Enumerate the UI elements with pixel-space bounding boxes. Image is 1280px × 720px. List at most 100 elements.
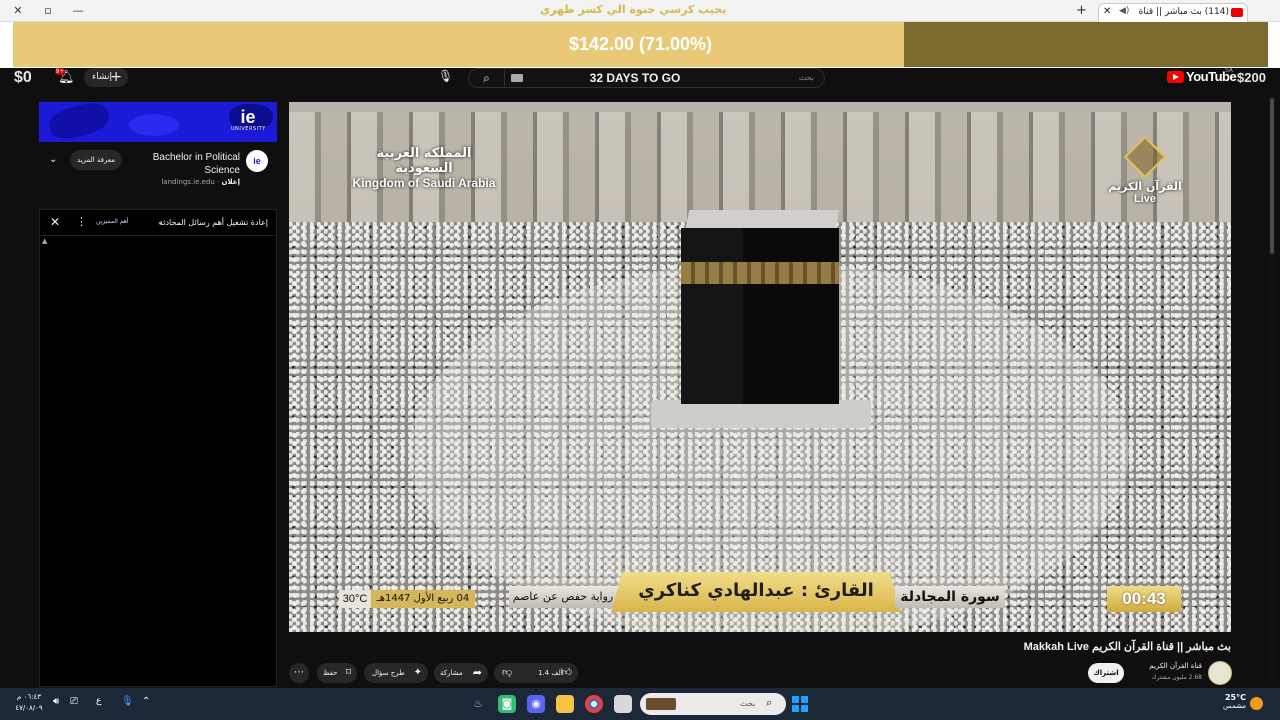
sponsored-label: إعلان (221, 178, 240, 186)
search-icon[interactable]: ⌕ (469, 69, 505, 87)
bookmark-icon: ⌑ (345, 667, 351, 678)
countdown-text: 32 DAYS TO GO (589, 71, 681, 85)
channel-emblem-ar: القرآن الكريم (1108, 180, 1182, 193)
tab-label: (114) بث مباشر || قناة القرآن (1135, 7, 1229, 17)
volume-icon[interactable]: 🔊︎ (53, 696, 59, 707)
clock-overlay: 00:43 (1107, 586, 1181, 612)
reciter-overlay: القارئ : عبدالهادي كناكري (638, 580, 874, 601)
more-options-icon[interactable]: ⋮ (76, 215, 87, 228)
steam-app-icon[interactable]: ♨ (469, 695, 487, 713)
weather-desc: مشمس (1223, 702, 1246, 710)
scroll-up-icon[interactable]: ▲ (42, 237, 47, 245)
weather-widget[interactable]: 25°C مشمس (1216, 693, 1246, 710)
tab-audio-icon[interactable]: ◀) (1119, 6, 1129, 16)
chevron-up-icon[interactable]: ⌃ (142, 696, 150, 707)
create-button[interactable]: إنشاء + (84, 68, 128, 87)
ie-university-logo: ie UNIVERSITY (231, 108, 265, 132)
like-dislike-group[interactable]: 👎︎ 1.4 ألف 👍︎ (494, 663, 578, 683)
windows-start-icon[interactable] (792, 696, 808, 712)
window-close-button[interactable]: ✕ (10, 3, 26, 19)
donation-progress-banner: $142.00 (71.00%) (13, 22, 1268, 67)
discord-app-icon[interactable]: ◉ (527, 695, 545, 713)
sparkle-icon: ✦ (413, 667, 422, 678)
ask-button[interactable]: طرح سؤال ✦ (364, 663, 428, 683)
weather-temp: 25°C (1224, 693, 1246, 702)
channel-name[interactable]: قناة القرآن الكريم (1138, 662, 1202, 670)
taskbar-search-input[interactable]: بحث ⌕ (640, 693, 786, 715)
ie-logo-text: ie (240, 107, 256, 127)
ad-url-text: landings.ie.edu (161, 178, 215, 186)
like-icon[interactable]: 👍︎ (562, 663, 572, 683)
kaaba-belt (681, 262, 839, 284)
microphone-icon[interactable]: 🎙︎ (438, 69, 453, 86)
sun-icon (1250, 697, 1263, 710)
ie-logo-subtext: UNIVERSITY (231, 126, 266, 132)
channel-emblem-en: Live (1133, 193, 1156, 205)
file-explorer-icon[interactable] (556, 695, 574, 713)
microphone-tray-icon[interactable]: 🎙︎ (121, 696, 134, 707)
share-icon: ➦ (472, 666, 482, 679)
goal-current-amount: $0 (14, 69, 32, 86)
chrome-app-icon[interactable] (585, 695, 603, 713)
channel-subscriber-count: 2.68 مليون مشترك (1151, 674, 1202, 681)
more-actions-button[interactable]: ⋯ (289, 663, 309, 683)
riwaya-overlay: رواية حفص عن عاصم (509, 586, 617, 608)
ad-info: ie Bachelor in Political Science landing… (39, 142, 277, 190)
video-title: بث مباشر || قناة القرآن الكريم Makkah Li… (1023, 641, 1231, 653)
save-button[interactable]: حفظ ⌑ (317, 663, 357, 683)
system-clock[interactable]: ٠٦:٤٣ م ٤٧/٠٨/٠٩ (12, 692, 46, 714)
advertiser-avatar[interactable]: ie (246, 150, 268, 172)
search-highlight-image (646, 698, 676, 710)
search-placeholder: بحث (798, 73, 814, 82)
window-title: يجيب كرسي جنوة الي كسر ظهري (540, 3, 727, 16)
video-scene-kaaba (651, 210, 871, 428)
ad-decoration (46, 102, 112, 142)
hijri-date-overlay: 04 ربيع الأول 1447هـ (371, 590, 475, 608)
tab-close-icon[interactable]: ✕ (1103, 6, 1111, 17)
dislike-icon[interactable]: 👎︎ (502, 663, 512, 683)
chat-filter-badge: أهم المميزين (96, 218, 129, 225)
language-indicator[interactable]: ع (96, 696, 101, 706)
keyboard-icon[interactable] (511, 74, 523, 82)
browser-titlebar: ✕ ▫ — يجيب كرسي جنوة الي كسر ظهري + ✕ ◀)… (0, 0, 1280, 22)
like-count: 1.4 ألف (538, 669, 563, 677)
ask-label: طرح سؤال (372, 669, 405, 677)
chevron-down-icon[interactable]: ⌄ (49, 154, 57, 165)
clock-time: ٠٦:٤٣ م (17, 693, 41, 701)
window-app-icon[interactable] (614, 695, 632, 713)
ad-learn-more-button[interactable]: معرفة المزيد (70, 150, 122, 170)
ad-decoration (129, 114, 179, 136)
close-icon[interactable]: ✕ (50, 215, 60, 229)
subscribe-button[interactable]: اشتراك (1088, 663, 1124, 683)
channel-avatar[interactable] (1208, 661, 1232, 685)
clock-date: ٤٧/٠٨/٠٩ (15, 704, 43, 712)
quran-channel-emblem-icon (1123, 135, 1167, 179)
browser-tab[interactable]: ✕ ◀) (114) بث مباشر || قناة القرآن (1098, 3, 1248, 22)
country-overlay-en: Kingdom of Saudi Arabia (352, 176, 496, 190)
create-label: إنشاء (92, 72, 113, 82)
video-player[interactable]: المملكة العربية السعودية Kingdom of Saud… (289, 102, 1231, 632)
ad-url: landings.ie.edu · إعلان (161, 178, 240, 186)
scrollbar-thumb[interactable] (1270, 98, 1274, 254)
window-maximize-button[interactable]: ▫ (40, 3, 56, 19)
temperature-overlay: 30°C (339, 590, 371, 608)
windows-taskbar: ٠٦:٤٣ م ٤٧/٠٨/٠٩ 🔊︎ ⎚ ع 🎙︎ ⌃ ♨ ◙ ◉ بحث ⌕… (0, 688, 1280, 720)
green-app-icon[interactable]: ◙ (498, 695, 516, 713)
donation-progress-text: $142.00 (71.00%) (568, 34, 713, 54)
chat-header: ✕ ⋮ أهم المميزين ⌄ إعادة تشغيل أهم رسائل… (40, 210, 276, 236)
plus-icon: + (110, 69, 122, 85)
network-icon[interactable]: ⎚ (70, 696, 78, 707)
search-icon: ⌕ (766, 696, 773, 709)
ad-banner-image[interactable]: ie UNIVERSITY (39, 102, 277, 142)
taskbar-search-placeholder: بحث (740, 699, 756, 708)
chat-title[interactable]: إعادة تشغيل أهم رسائل المحادثة (156, 218, 268, 227)
share-button[interactable]: مشاركة ➦ (434, 663, 488, 683)
ad-title[interactable]: Bachelor in Political Science (139, 151, 240, 177)
new-tab-button[interactable]: + (1076, 3, 1087, 18)
kaaba-base (651, 400, 871, 428)
kaaba-face (743, 228, 839, 404)
window-minimize-button[interactable]: — (70, 3, 86, 19)
save-label: حفظ (323, 669, 338, 677)
youtube-play-icon (1167, 71, 1184, 83)
surah-overlay: سورة المجادلة (895, 586, 1005, 608)
